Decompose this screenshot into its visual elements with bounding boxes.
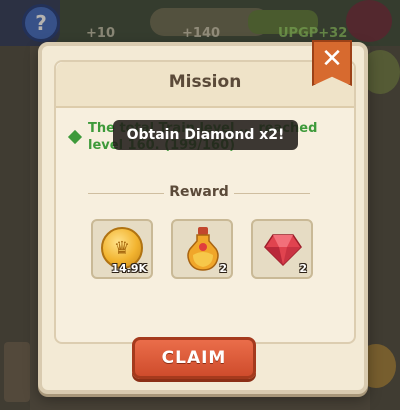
divider-right: [234, 193, 310, 194]
reward-slot-ruby[interactable]: 2: [251, 219, 313, 279]
dialog-title: Mission: [168, 72, 242, 92]
reward-slot-potion[interactable]: 2: [171, 219, 233, 279]
claim-button[interactable]: CLAIM: [132, 337, 256, 379]
reward-qty: 14.9K: [111, 262, 147, 275]
potion-icon: [187, 227, 219, 271]
title-band: Mission: [56, 62, 354, 108]
reward-qty: 2: [219, 262, 227, 275]
reward-qty: 2: [299, 262, 307, 275]
toast-message: Obtain Diamond x2!: [113, 120, 298, 150]
divider-left: [88, 193, 164, 194]
close-icon: ✕: [321, 44, 343, 74]
reward-slot-coins[interactable]: ♛ 14.9K: [91, 219, 153, 279]
reward-heading: Reward: [169, 184, 229, 200]
mission-content-frame: Mission: [54, 60, 356, 344]
